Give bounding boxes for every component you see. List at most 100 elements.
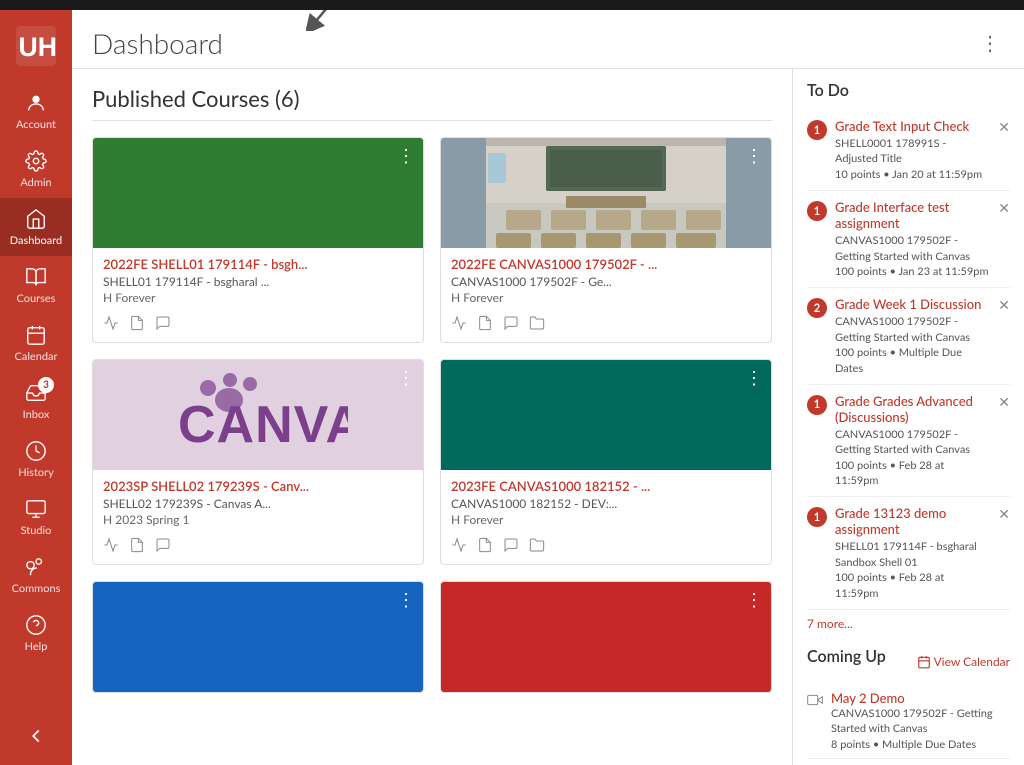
course-card-3[interactable]: CANVAS ⋮ 2023SP SHELL02 179239S - Canv..… (92, 359, 424, 565)
course-thumbnail-3: CANVAS ⋮ (93, 360, 423, 470)
admin-icon (24, 149, 48, 173)
courses-icon (24, 265, 48, 289)
todo-close-3[interactable]: ✕ (998, 296, 1010, 314)
todo-detail-4: CANVAS1000 179502F - Getting Started wit… (835, 427, 990, 489)
coming-up-event-title-1[interactable]: May 2 Demo (831, 690, 1010, 706)
assignment-icon-4[interactable] (477, 537, 493, 556)
course-name-1[interactable]: 2022FE SHELL01 179114F - bsgh... (103, 256, 413, 272)
course-info-4: 2023FE CANVAS1000 182152 - ... CANVAS100… (441, 470, 771, 531)
dashboard-label: Dashboard (10, 234, 62, 247)
course-card-6[interactable]: ⋮ (440, 581, 772, 693)
todo-detail-1: SHELL0001 178991S - Adjusted Title 10 po… (835, 136, 990, 182)
page-title: Dashboard (92, 26, 976, 60)
course-thumbnail-1: ⋮ (93, 138, 423, 248)
help-icon (24, 613, 48, 637)
discussion-icon-1[interactable] (155, 315, 171, 334)
folder-icon-2[interactable] (529, 315, 545, 334)
todo-item-3: 2 Grade Week 1 Discussion CANVAS1000 179… (807, 288, 1010, 385)
course-subtitle-2: CANVAS1000 179502F - Ge... (451, 274, 761, 289)
assignment-icon-2[interactable] (477, 315, 493, 334)
announce-icon-1[interactable] (103, 315, 119, 334)
todo-title-3[interactable]: Grade Week 1 Discussion (835, 296, 990, 312)
sidebar-item-dashboard[interactable]: Dashboard (0, 198, 72, 256)
course-info-3: 2023SP SHELL02 179239S - Canv... SHELL02… (93, 470, 423, 531)
course-card-2[interactable]: ⋮ 2022FE CANVAS1000 179502F - ... CANVAS… (440, 137, 772, 343)
announce-icon-2[interactable] (451, 315, 467, 334)
inbox-icon: 3 (24, 381, 48, 405)
course-card-menu-6[interactable]: ⋮ (745, 590, 763, 608)
sidebar-item-help[interactable]: Help (0, 604, 72, 662)
commons-icon (24, 555, 48, 579)
sidebar-item-studio[interactable]: Studio (0, 488, 72, 546)
account-label: Account (16, 118, 56, 131)
classroom-image (441, 138, 771, 248)
course-card-5[interactable]: ⋮ (92, 581, 424, 693)
course-info-1: 2022FE SHELL01 179114F - bsgh... SHELL01… (93, 248, 423, 309)
course-card-menu-5[interactable]: ⋮ (397, 590, 415, 608)
account-icon (24, 91, 48, 115)
course-card-1[interactable]: ⋮ 2022FE SHELL01 179114F - bsgh... SHELL… (92, 137, 424, 343)
sidebar-item-commons[interactable]: Commons (0, 546, 72, 604)
svg-text:CANVAS: CANVAS (178, 396, 348, 454)
coming-up-header: Coming Up View Calendar (807, 647, 1010, 676)
course-name-3[interactable]: 2023SP SHELL02 179239S - Canv... (103, 478, 413, 494)
course-card-menu-3[interactable]: ⋮ (397, 368, 415, 386)
sidebar-collapse-button[interactable] (0, 707, 72, 765)
course-name-2[interactable]: 2022FE CANVAS1000 179502F - ... (451, 256, 761, 272)
courses-panel: Published Courses (6) ⋮ 2022FE SHELL01 1… (72, 69, 792, 765)
discussion-icon-2[interactable] (503, 315, 519, 334)
course-org-1: H Forever (103, 290, 413, 305)
notification-popup: 7 (302, 10, 351, 31)
todo-badge-5: 1 (807, 507, 827, 527)
todo-close-4[interactable]: ✕ (998, 393, 1010, 411)
header-menu-button[interactable]: ⋮ (976, 27, 1004, 59)
view-calendar-link[interactable]: View Calendar (917, 654, 1010, 669)
assignment-icon-1[interactable] (129, 315, 145, 334)
sidebar-item-history[interactable]: History (0, 430, 72, 488)
assignment-icon-3[interactable] (129, 537, 145, 556)
coming-up-item-1: May 2 Demo CANVAS1000 179502F - Getting … (807, 684, 1010, 759)
studio-icon (24, 497, 48, 521)
discussion-icon-4[interactable] (503, 537, 519, 556)
course-card-4[interactable]: ⋮ 2023FE CANVAS1000 182152 - ... CANVAS1… (440, 359, 772, 565)
header: 7 Dashboard ⋮ (72, 10, 1024, 69)
todo-close-5[interactable]: ✕ (998, 505, 1010, 523)
sidebar: UH Account Admin Dashboard (0, 10, 72, 765)
course-card-menu-2[interactable]: ⋮ (745, 146, 763, 164)
discussion-icon-3[interactable] (155, 537, 171, 556)
course-thumbnail-6: ⋮ (441, 582, 771, 692)
calendar-small-icon (917, 655, 931, 669)
sidebar-item-inbox[interactable]: 3 Inbox (0, 372, 72, 430)
todo-close-1[interactable]: ✕ (998, 118, 1010, 136)
courses-section-title: Published Courses (6) (92, 85, 772, 121)
todo-badge-4: 1 (807, 395, 827, 415)
sidebar-item-calendar[interactable]: Calendar (0, 314, 72, 372)
course-actions-1 (93, 309, 423, 342)
courses-grid: ⋮ 2022FE SHELL01 179114F - bsgh... SHELL… (92, 137, 772, 693)
top-bar (0, 0, 1024, 10)
todo-title-2[interactable]: Grade Interface test assignment (835, 199, 990, 231)
todo-title-1[interactable]: Grade Text Input Check (835, 118, 990, 134)
todo-more-link[interactable]: 7 more... (807, 610, 1010, 637)
uh-logo-icon: UH (15, 25, 57, 67)
history-label: History (18, 466, 54, 479)
todo-close-2[interactable]: ✕ (998, 199, 1010, 217)
sidebar-item-courses[interactable]: Courses (0, 256, 72, 314)
course-name-4[interactable]: 2023FE CANVAS1000 182152 - ... (451, 478, 761, 494)
course-card-menu-1[interactable]: ⋮ (397, 146, 415, 164)
todo-title-4[interactable]: Grade Grades Advanced (Discussions) (835, 393, 990, 425)
todo-item-5: 1 Grade 13123 demo assignment SHELL01 17… (807, 497, 1010, 610)
announce-icon-3[interactable] (103, 537, 119, 556)
sidebar-item-admin[interactable]: Admin (0, 140, 72, 198)
todo-section-title: To Do (807, 81, 1010, 100)
course-card-menu-4[interactable]: ⋮ (745, 368, 763, 386)
sidebar-bottom (0, 707, 72, 765)
todo-title-5[interactable]: Grade 13123 demo assignment (835, 505, 990, 537)
content-area: Published Courses (6) ⋮ 2022FE SHELL01 1… (72, 69, 1024, 765)
sidebar-item-account[interactable]: Account (0, 82, 72, 140)
announce-icon-4[interactable] (451, 537, 467, 556)
courses-label: Courses (17, 292, 56, 305)
course-thumbnail-2: ⋮ (441, 138, 771, 248)
folder-icon-4[interactable] (529, 537, 545, 556)
sidebar-logo[interactable]: UH (0, 10, 72, 82)
